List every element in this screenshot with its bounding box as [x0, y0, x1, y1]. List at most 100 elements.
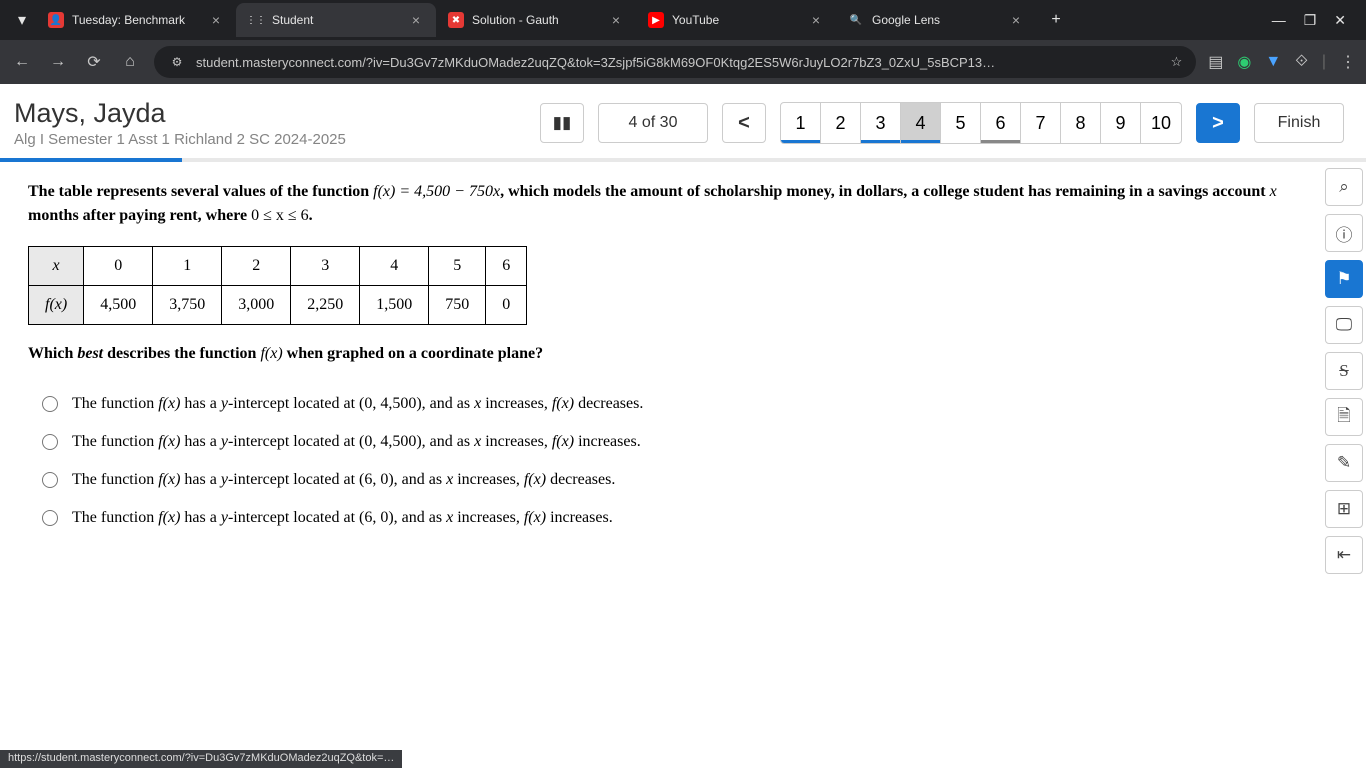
prev-question-button[interactable]: < [722, 103, 766, 143]
reload-button[interactable]: ⟳ [82, 50, 106, 74]
subq-part: Which [28, 345, 77, 362]
next-question-button[interactable]: > [1196, 103, 1240, 143]
assessment-header: Mays, Jayda Alg I Semester 1 Asst 1 Rich… [0, 84, 1366, 158]
option-radio[interactable] [42, 472, 58, 488]
option-radio[interactable] [42, 510, 58, 526]
question-nav-item[interactable]: 3 [861, 103, 901, 143]
table-cell: 3 [291, 247, 360, 286]
notes-tool[interactable]: 🗎 [1325, 398, 1363, 436]
question-nav-item[interactable]: 8 [1061, 103, 1101, 143]
stem-part: , which models the amount of scholarship… [500, 183, 1270, 200]
subq-part: describes the function [103, 345, 260, 362]
question-counter: 4 of 30 [598, 103, 708, 143]
site-info-icon[interactable]: ⚙ [168, 53, 186, 71]
grammarly-icon[interactable]: ◉ [1237, 52, 1251, 72]
table-cell: 2,250 [291, 286, 360, 325]
extension-icon[interactable]: ▼ [1265, 53, 1281, 71]
extensions-puzzle-icon[interactable]: ⟐ [1295, 53, 1308, 71]
option-radio[interactable] [42, 396, 58, 412]
restore-icon[interactable]: ❐ [1304, 12, 1317, 29]
home-button[interactable]: ⌂ [118, 50, 142, 74]
browser-chrome: ▾ 👤Tuesday: Benchmark×⋮⋮Student×✖Solutio… [0, 0, 1366, 84]
calculator-tool[interactable]: ⊞ [1325, 490, 1363, 528]
sub-question: Which best describes the function f(x) w… [28, 345, 1306, 363]
browser-tab[interactable]: 👤 Tuesday: Benchmark × [36, 3, 236, 37]
close-window-icon[interactable]: ✕ [1334, 12, 1346, 29]
zoom-tool[interactable]: ⌕ [1325, 168, 1363, 206]
reader-icon[interactable]: ▤ [1208, 52, 1223, 72]
question-nav: 12345678910 [780, 102, 1182, 144]
stem-function: f(x) = 4,500 − 750x [373, 183, 500, 200]
divider: | [1322, 53, 1326, 71]
back-button[interactable]: ← [10, 50, 34, 74]
browser-tab[interactable]: ✖ Solution - Gauth × [436, 3, 636, 37]
minimize-icon[interactable]: — [1272, 12, 1286, 28]
question-nav-item[interactable]: 7 [1021, 103, 1061, 143]
browser-tab[interactable]: ▶YouTube× [636, 3, 836, 37]
finish-button[interactable]: Finish [1254, 103, 1344, 143]
stem-domain: 0 ≤ x ≤ 6 [251, 207, 309, 224]
question-nav-item[interactable]: 2 [821, 103, 861, 143]
answer-option[interactable]: The function f(x) has a y-intercept loca… [42, 423, 1306, 461]
table-cell: 6 [486, 247, 527, 286]
tab-title: Student [272, 13, 400, 27]
table-cell: 4,500 [84, 286, 153, 325]
answer-option[interactable]: The function f(x) has a y-intercept loca… [42, 499, 1306, 537]
tab-close-icon[interactable]: × [208, 12, 224, 28]
question-nav-item[interactable]: 4 [901, 103, 941, 143]
tab-title: Google Lens [872, 13, 1000, 27]
subq-fx: f(x) [260, 345, 282, 362]
student-block: Mays, Jayda Alg I Semester 1 Asst 1 Rich… [14, 98, 346, 148]
flag-tool[interactable]: ⚑ [1325, 260, 1363, 298]
assessment-name: Alg I Semester 1 Asst 1 Richland 2 SC 20… [14, 131, 346, 148]
option-text: The function f(x) has a y-intercept loca… [72, 471, 615, 489]
tab-close-icon[interactable]: × [1008, 12, 1024, 28]
accessibility-tool[interactable]: ⓘ [1325, 214, 1363, 252]
question-nav-item[interactable]: 9 [1101, 103, 1141, 143]
address-bar: ← → ⟳ ⌂ ⚙ student.masteryconnect.com/?iv… [0, 40, 1366, 84]
draw-tool[interactable]: ✎ [1325, 444, 1363, 482]
option-text: The function f(x) has a y-intercept loca… [72, 509, 613, 527]
tab-title: Tuesday: Benchmark [72, 13, 200, 27]
answer-option[interactable]: The function f(x) has a y-intercept loca… [42, 385, 1306, 423]
question-nav-item[interactable]: 5 [941, 103, 981, 143]
table-row-label: x [29, 247, 84, 286]
collapse-rail[interactable]: ⇤ [1325, 536, 1363, 574]
toolbar-actions: ▤ ◉ ▼ ⟐ | ⋮ [1208, 52, 1356, 72]
question-nav-item[interactable]: 6 [981, 103, 1021, 143]
tab-bar: ▾ 👤Tuesday: Benchmark×⋮⋮Student×✖Solutio… [0, 0, 1366, 40]
display-tool[interactable]: 🖵 [1325, 306, 1363, 344]
browser-tab[interactable]: ⋮⋮Student× [236, 3, 436, 37]
table-cell: 1,500 [360, 286, 429, 325]
question-nav-item[interactable]: 1 [781, 103, 821, 143]
tab-title: Solution - Gauth [472, 13, 600, 27]
stem-var: x [1270, 183, 1277, 200]
table-cell: 2 [222, 247, 291, 286]
option-radio[interactable] [42, 434, 58, 450]
tab-favicon: 👤 [48, 12, 64, 28]
browser-tab[interactable]: 🔍Google Lens× [836, 3, 1036, 37]
new-tab-button[interactable]: + [1042, 6, 1070, 34]
stem-part: The table represents several values of t… [28, 183, 373, 200]
forward-button[interactable]: → [46, 50, 70, 74]
tab-close-icon[interactable]: × [608, 12, 624, 28]
browser-status-bar: https://student.masteryconnect.com/?iv=D… [0, 750, 402, 768]
tab-search-dropdown[interactable]: ▾ [8, 6, 36, 34]
table-cell: 4 [360, 247, 429, 286]
answer-options: The function f(x) has a y-intercept loca… [28, 385, 1306, 537]
kebab-menu-icon[interactable]: ⋮ [1340, 52, 1356, 72]
stem-part: . [309, 207, 313, 224]
tab-close-icon[interactable]: × [808, 12, 824, 28]
question-stem: The table represents several values of t… [28, 180, 1306, 228]
url-box[interactable]: ⚙ student.masteryconnect.com/?iv=Du3Gv7z… [154, 46, 1196, 78]
strikethrough-tool[interactable]: S [1325, 352, 1363, 390]
answer-option[interactable]: The function f(x) has a y-intercept loca… [42, 461, 1306, 499]
tab-title: YouTube [672, 13, 800, 27]
pause-button[interactable]: ▮▮ [540, 103, 584, 143]
tab-close-icon[interactable]: × [408, 12, 424, 28]
subq-best: best [77, 345, 103, 362]
bookmark-icon[interactable]: ☆ [1171, 54, 1183, 70]
window-controls: — ❐ ✕ [1272, 12, 1358, 29]
question-nav-item[interactable]: 10 [1141, 103, 1181, 143]
tab-favicon: ✖ [448, 12, 464, 28]
